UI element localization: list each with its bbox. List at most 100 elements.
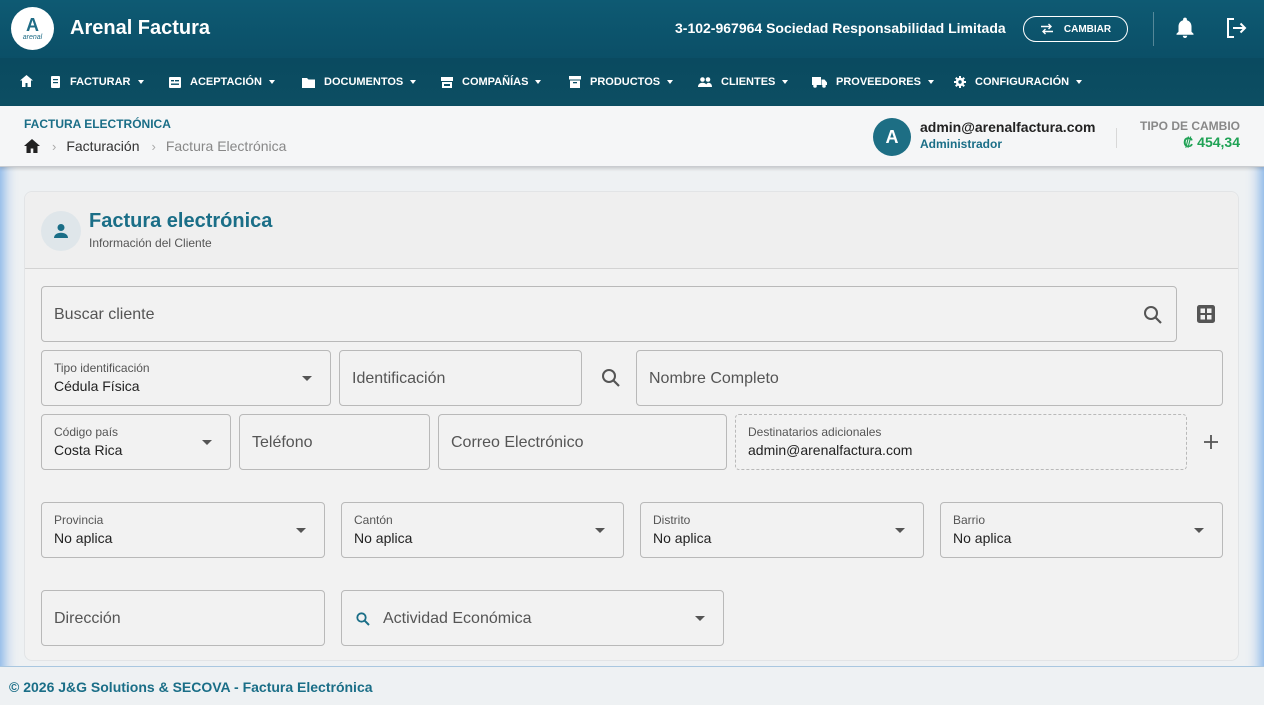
main-nav: FACTURAR ACEPTACIÓN DOCUMENTOS COMPAÑÍAS… xyxy=(0,58,1264,106)
app-logo[interactable]: A arenal xyxy=(11,7,54,50)
dropdown-arrow-icon xyxy=(202,440,212,445)
user-role: Administrador xyxy=(920,137,1003,151)
email-placeholder: Correo Electrónico xyxy=(451,434,584,451)
receipt-icon xyxy=(51,76,60,88)
dropdown-arrow-icon xyxy=(302,376,312,381)
logout-icon[interactable] xyxy=(1225,17,1247,39)
id-type-select[interactable]: Tipo identificación Cédula Física xyxy=(41,350,331,406)
page-title: FACTURA ELECTRÓNICA xyxy=(24,117,171,131)
home-icon[interactable] xyxy=(20,75,33,87)
divider xyxy=(1116,128,1117,148)
nav-label: DOCUMENTOS xyxy=(324,76,404,88)
full-name-placeholder: Nombre Completo xyxy=(649,370,779,387)
search-icon xyxy=(356,612,370,626)
district-select[interactable]: Distrito No aplica xyxy=(640,502,924,558)
province-value: No aplica xyxy=(54,530,113,546)
add-icon[interactable] xyxy=(1203,434,1219,450)
country-code-value: Costa Rica xyxy=(54,442,123,458)
extra-recipients-field[interactable]: Destinatarios adicionales admin@arenalfa… xyxy=(735,414,1187,470)
avatar[interactable]: A xyxy=(873,118,911,156)
nav-proveedores[interactable]: PROVEEDORES xyxy=(812,74,934,90)
inbox-icon xyxy=(169,76,181,88)
person-icon xyxy=(41,211,81,251)
client-search-placeholder: Buscar cliente xyxy=(54,306,155,323)
extra-recipients-value: admin@arenalfactura.com xyxy=(748,442,913,458)
province-select[interactable]: Provincia No aplica xyxy=(41,502,325,558)
address-input[interactable]: Dirección xyxy=(41,590,325,646)
chevron-down-icon xyxy=(927,80,934,84)
chevron-down-icon xyxy=(782,80,789,84)
identification-input[interactable]: Identificación xyxy=(339,350,582,406)
district-label: Distrito xyxy=(653,513,691,527)
grid-view-icon[interactable] xyxy=(1197,305,1215,323)
nav-clientes[interactable]: CLIENTES xyxy=(698,74,789,90)
chevron-right-icon: › xyxy=(151,138,156,154)
card-subtitle: Información del Cliente xyxy=(89,236,212,250)
economic-activity-select[interactable]: Actividad Económica xyxy=(341,590,724,646)
neighborhood-label: Barrio xyxy=(953,513,986,527)
neighborhood-select[interactable]: Barrio No aplica xyxy=(940,502,1223,558)
nav-facturar[interactable]: FACTURAR xyxy=(50,74,144,90)
phone-placeholder: Teléfono xyxy=(252,434,313,451)
exchange-rate-label: TIPO DE CAMBIO xyxy=(1139,119,1240,133)
canton-value: No aplica xyxy=(354,530,413,546)
extra-recipients-label: Destinatarios adicionales xyxy=(748,425,882,439)
people-icon xyxy=(698,77,712,87)
chevron-down-icon xyxy=(268,80,275,84)
dropdown-arrow-icon xyxy=(695,616,705,621)
switch-company-button[interactable]: CAMBIAR xyxy=(1023,16,1128,42)
chevron-down-icon xyxy=(535,80,542,84)
full-name-input[interactable]: Nombre Completo xyxy=(636,350,1223,406)
chevron-down-icon xyxy=(667,80,674,84)
nav-aceptacion[interactable]: ACEPTACIÓN xyxy=(169,74,275,90)
breadcrumb-current: Factura Electrónica xyxy=(165,138,287,154)
nav-label: COMPAÑÍAS xyxy=(462,76,529,88)
neighborhood-value: No aplica xyxy=(953,530,1012,546)
dropdown-arrow-icon xyxy=(595,528,605,533)
logo-text: arenal xyxy=(22,34,43,41)
nav-documentos[interactable]: DOCUMENTOS xyxy=(302,74,417,90)
gear-icon xyxy=(954,76,966,88)
canton-label: Cantón xyxy=(354,513,393,527)
nav-configuracion[interactable]: CONFIGURACIÓN xyxy=(954,74,1083,90)
nav-label: PRODUCTOS xyxy=(590,76,661,88)
swap-icon xyxy=(1040,23,1053,35)
bell-icon[interactable] xyxy=(1175,17,1195,39)
home-icon[interactable] xyxy=(24,139,40,153)
nav-productos[interactable]: PRODUCTOS xyxy=(569,74,674,90)
phone-input[interactable]: Teléfono xyxy=(239,414,430,470)
id-type-label: Tipo identificación xyxy=(54,361,150,375)
province-label: Provincia xyxy=(54,513,104,527)
nav-label: FACTURAR xyxy=(70,76,131,88)
page-header: FACTURA ELECTRÓNICA › Facturación › Fact… xyxy=(0,106,1264,167)
chevron-down-icon xyxy=(1076,80,1083,84)
footer: © 2026 J&G Solutions & SECOVA - Factura … xyxy=(0,666,1264,705)
canton-select[interactable]: Cantón No aplica xyxy=(341,502,624,558)
economic-activity-placeholder: Actividad Económica xyxy=(383,610,532,627)
card-title: Factura electrónica xyxy=(89,210,273,232)
breadcrumb-item[interactable]: Facturación xyxy=(66,138,139,154)
chevron-down-icon xyxy=(410,80,417,84)
top-bar: A arenal Arenal Factura 3-102-967964 Soc… xyxy=(0,0,1264,58)
archive-icon xyxy=(569,76,581,88)
breadcrumb: › Facturación › Factura Electrónica xyxy=(24,138,286,154)
search-icon[interactable] xyxy=(1143,305,1163,325)
country-code-label: Código país xyxy=(54,425,119,439)
email-input[interactable]: Correo Electrónico xyxy=(438,414,727,470)
folder-icon xyxy=(302,77,315,88)
district-value: No aplica xyxy=(653,530,712,546)
divider xyxy=(1153,12,1154,46)
search-icon[interactable] xyxy=(601,368,621,388)
nav-label: CLIENTES xyxy=(721,76,776,88)
identification-placeholder: Identificación xyxy=(352,370,446,387)
nav-companias[interactable]: COMPAÑÍAS xyxy=(441,74,542,90)
company-name: 3-102-967964 Sociedad Responsabilidad Li… xyxy=(675,20,1006,36)
nav-label: ACEPTACIÓN xyxy=(190,76,262,88)
chevron-right-icon: › xyxy=(52,138,57,154)
store-icon xyxy=(441,76,453,88)
copyright-text: © 2026 J&G Solutions & SECOVA - Factura … xyxy=(9,679,373,695)
logo-letter: A xyxy=(26,15,39,35)
country-code-select[interactable]: Código país Costa Rica xyxy=(41,414,231,470)
nav-label: PROVEEDORES xyxy=(836,76,921,88)
client-search-input[interactable]: Buscar cliente xyxy=(41,286,1177,342)
